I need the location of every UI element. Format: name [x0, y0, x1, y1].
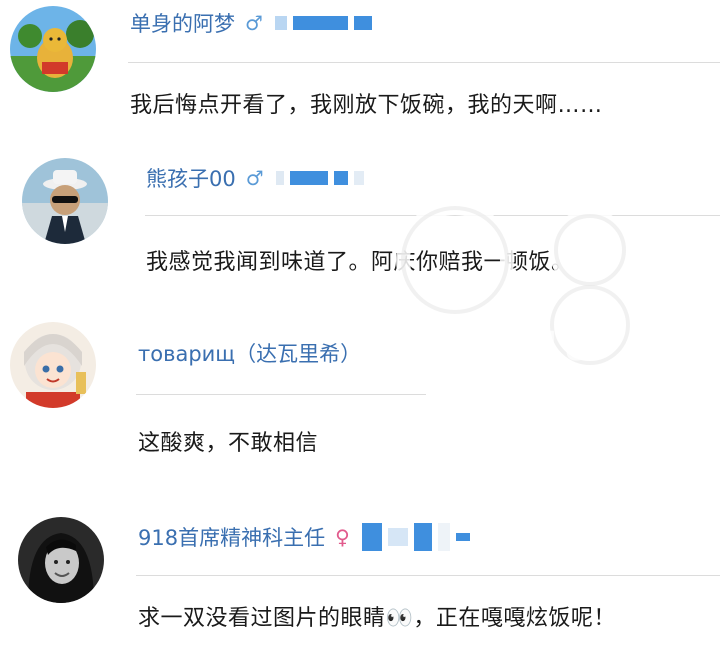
- username-text: 熊孩子00: [146, 167, 236, 191]
- level-badge: [275, 171, 364, 185]
- level-badge: [274, 16, 372, 30]
- comment-text: 我后悔点开看了，我刚放下饭碗，我的天啊……: [130, 93, 603, 118]
- user-avatar[interactable]: [10, 322, 96, 408]
- female-icon: ♀: [335, 525, 350, 549]
- user-avatar[interactable]: [18, 517, 104, 603]
- male-icon: ♂: [245, 166, 264, 190]
- watermark-logo: 918: [385, 190, 645, 390]
- divider: [128, 62, 720, 63]
- divider: [136, 394, 426, 395]
- username-text: 918首席精神科主任: [138, 526, 326, 550]
- divider: [145, 215, 720, 216]
- user-avatar[interactable]: [22, 158, 108, 244]
- comment-text: 我感觉我闻到味道了。阿庆你赔我一顿饭。: [146, 250, 574, 275]
- comment-text: 这酸爽，不敢相信: [138, 431, 319, 456]
- level-badge: [361, 523, 470, 551]
- username[interactable]: 918首席精神科主任 ♀: [138, 522, 470, 552]
- comment-text: 求一双没看过图片的眼睛👀，正在嘎嘎炫饭呢！: [138, 606, 616, 631]
- user-avatar[interactable]: [10, 6, 96, 92]
- divider: [136, 575, 720, 576]
- watermark-text: 918: [513, 324, 589, 370]
- username[interactable]: 熊孩子00 ♂: [146, 163, 364, 193]
- male-icon: ♂: [245, 11, 263, 35]
- username[interactable]: товарищ（达瓦里希）: [138, 338, 361, 368]
- username-text: товарищ（达瓦里希）: [138, 342, 362, 366]
- username[interactable]: 单身的阿梦 ♂: [130, 8, 372, 38]
- username-text: 单身的阿梦: [130, 12, 235, 36]
